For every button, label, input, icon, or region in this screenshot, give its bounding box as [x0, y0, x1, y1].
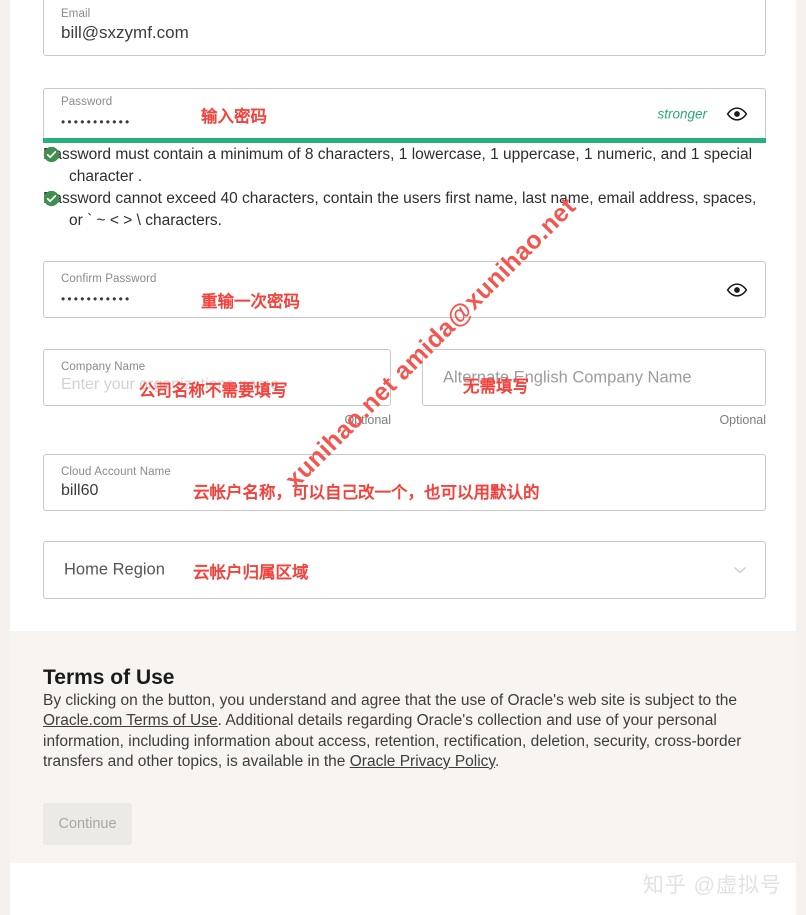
annotation-alternate-company-name: 无需填写 [463, 378, 529, 396]
password-strength-text: stronger [657, 106, 707, 122]
oracle-terms-of-use-link[interactable]: Oracle.com Terms of Use [43, 712, 218, 729]
eye-icon[interactable] [725, 102, 749, 126]
terms-text-part3: . [495, 752, 500, 770]
password-label: Password [61, 96, 113, 108]
signup-page: Email bill@sxzymf.com Password •••••••••… [0, 0, 806, 915]
password-requirement-row: Password must contain a minimum of 8 cha… [43, 144, 773, 187]
email-label: Email [61, 8, 91, 20]
annotation-cloud-account-name: 云帐户名称，可以自己改一个，也可以用默认的 [193, 484, 540, 502]
cloud-account-name-value: bill60 [61, 482, 99, 499]
terms-text-part1: By clicking on the button, you understan… [43, 692, 737, 709]
password-field[interactable]: Password ••••••••••• stronger [43, 88, 766, 139]
home-region-select[interactable]: Home Region [43, 541, 766, 599]
continue-button[interactable]: Continue [43, 803, 132, 845]
password-strength-bar [43, 138, 766, 143]
home-region-label: Home Region [64, 560, 165, 579]
chevron-down-icon[interactable] [729, 559, 751, 581]
annotation-home-region: 云帐户归属区域 [193, 564, 309, 582]
confirm-password-value: ••••••••••• [61, 292, 132, 306]
annotation-password: 输入密码 [201, 108, 267, 126]
zhihu-watermark: 知乎 @虚拟号 [642, 874, 782, 897]
check-circle-icon [43, 146, 60, 163]
terms-of-use-paragraph: By clicking on the button, you understan… [43, 691, 768, 772]
email-field[interactable]: Email bill@sxzymf.com [43, 0, 766, 56]
password-value: ••••••••••• [61, 115, 132, 129]
terms-of-use-title: Terms of Use [43, 666, 175, 689]
password-requirement-text: Password must contain a minimum of 8 cha… [43, 146, 753, 185]
confirm-password-field[interactable]: Confirm Password ••••••••••• [43, 261, 766, 318]
password-requirement-text: Password cannot exceed 40 characters, co… [43, 190, 757, 229]
password-requirement-row: Password cannot exceed 40 characters, co… [43, 188, 773, 231]
oracle-privacy-policy-link[interactable]: Oracle Privacy Policy [350, 753, 495, 770]
confirm-password-label: Confirm Password [61, 273, 157, 285]
annotation-confirm-password: 重输一次密码 [201, 293, 300, 311]
check-circle-icon [43, 190, 60, 207]
eye-icon[interactable] [725, 278, 749, 302]
annotation-company-name: 公司名称不需要填写 [139, 382, 288, 400]
company-name-label: Company Name [61, 361, 146, 373]
cloud-account-name-label: Cloud Account Name [61, 466, 171, 478]
alternate-company-name-optional-note: Optional [719, 413, 766, 427]
password-requirements-list: Password must contain a minimum of 8 cha… [43, 144, 773, 232]
email-value: bill@sxzymf.com [61, 23, 189, 42]
